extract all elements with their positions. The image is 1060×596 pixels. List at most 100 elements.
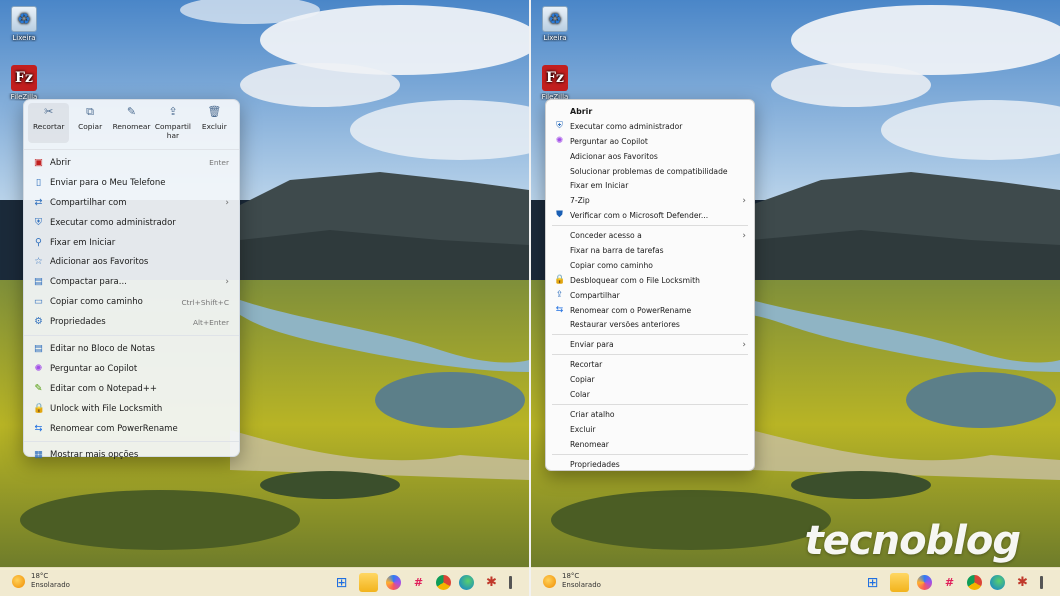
file-explorer-icon[interactable]: [890, 573, 909, 592]
pin-icon: ⚲: [35, 236, 42, 248]
share-with-icon: ⇄: [34, 196, 43, 208]
weather-condition: Ensolarado: [31, 581, 70, 589]
quick-action-recortar[interactable]: ✂ Recortar: [28, 103, 70, 143]
classic-item-compartilhar[interactable]: ⇪ Compartilhar: [546, 288, 754, 303]
classic-item-abrir[interactable]: Abrir: [546, 104, 754, 119]
edge-icon[interactable]: [990, 575, 1005, 590]
classic-item-propriedades[interactable]: Propriedades: [546, 457, 754, 472]
quick-action-renomear[interactable]: ✎ Renomear: [111, 103, 152, 143]
windows-start-icon[interactable]: ⊞: [332, 573, 351, 592]
classic-item-solucionar-problemas-de-compatibilidade[interactable]: Solucionar problemas de compatibilidade: [546, 164, 754, 179]
classic-item-colar[interactable]: Colar: [546, 387, 754, 402]
menu-separator: [24, 149, 239, 150]
defender-icon: ⛊: [556, 210, 563, 221]
edge-icon[interactable]: [459, 575, 474, 590]
classic-item-copiar[interactable]: Copiar: [546, 372, 754, 387]
copilot-icon[interactable]: [386, 575, 401, 590]
recycle-bin-desktop-icon[interactable]: ♻ Lixeira: [0, 6, 48, 42]
menu-item-enviar-para-o-meu-telefone[interactable]: ▯ Enviar para o Meu Telefone: [24, 173, 239, 193]
weather-condition: Ensolarado: [562, 581, 601, 589]
classic-item-executar-como-administrador[interactable]: ⛨ Executar como administrador: [546, 119, 754, 134]
quick-action-compartil-har[interactable]: ⇪ Compartil har: [152, 103, 193, 143]
puzzle-app-icon[interactable]: ✱: [1013, 573, 1032, 592]
classic-item-verificar-com-o-microsoft-defender[interactable]: ⛊ Verificar com o Microsoft Defender...: [546, 208, 754, 223]
classic-item-7-zip[interactable]: 7-Zip ›: [546, 193, 754, 208]
menu-item-propriedades[interactable]: ⚙ Propriedades Alt+Enter: [24, 312, 239, 332]
shortcut-hint: Ctrl+Shift+C: [181, 297, 230, 307]
pinned-app-icon[interactable]: [1040, 576, 1043, 589]
menu-item-label: Desbloquear com o File Locksmith: [570, 275, 700, 285]
quick-action-excluir[interactable]: 🗑 Excluir: [194, 103, 235, 143]
menu-item-unlock-with-file-locksmith[interactable]: 🔒 Unlock with File Locksmith: [24, 399, 239, 419]
shortcut-hint: Alt+Enter: [192, 317, 229, 327]
classic-item-fixar-em-iniciar[interactable]: Fixar em Iniciar: [546, 178, 754, 193]
copilot-icon[interactable]: [917, 575, 932, 590]
classic-context-menu: Abrir ⛨ Executar como administrador ✺ Pergun…: [545, 99, 755, 471]
weather-widget[interactable]: 18°C Ensolarado: [543, 572, 601, 590]
classic-item-fixar-na-barra-de-tarefas[interactable]: Fixar na barra de tarefas: [546, 243, 754, 258]
menu-separator: [552, 354, 748, 356]
classic-item-perguntar-ao-copilot[interactable]: ✺ Perguntar ao Copilot: [546, 134, 754, 149]
menu-item-label: Editar com o Notepad++: [50, 383, 157, 394]
classic-item-copiar-como-caminho[interactable]: Copiar como caminho: [546, 258, 754, 273]
menu-item-label: Executar como administrador: [570, 121, 683, 131]
classic-item-enviar-para[interactable]: Enviar para ›: [546, 337, 754, 352]
file-explorer-icon[interactable]: [359, 573, 378, 592]
menu-item-fixar-em-iniciar[interactable]: ⚲ Fixar em Iniciar: [24, 233, 239, 253]
chrome-icon[interactable]: [436, 575, 451, 590]
star-icon: ☆: [34, 256, 43, 268]
classic-item-adicionar-aos-favoritos[interactable]: Adicionar aos Favoritos: [546, 149, 754, 164]
path-icon: ▭: [34, 296, 43, 308]
temperature: 18°C: [562, 572, 580, 580]
menu-item-adicionar-aos-favoritos[interactable]: ☆ Adicionar aos Favoritos: [24, 252, 239, 272]
classic-item-restaurar-vers-es-anteriores[interactable]: Restaurar versões anteriores: [546, 317, 754, 332]
menu-item-label: Editar no Bloco de Notas: [50, 343, 155, 354]
menu-item-label: Compartilhar com: [50, 197, 127, 208]
menu-item-label: 7-Zip: [570, 196, 590, 206]
classic-item-excluir[interactable]: Excluir: [546, 422, 754, 437]
menu-item-editar-no-bloco-de-notas[interactable]: ▤ Editar no Bloco de Notas: [24, 339, 239, 359]
menu-item-label: Adicionar aos Favoritos: [570, 151, 658, 161]
menu-item-label: Mostrar mais opções: [50, 450, 139, 461]
menu-item-mostrar-mais-op-es[interactable]: ▦ Mostrar mais opções: [24, 445, 239, 465]
menu-item-label: Compactar para...: [50, 277, 127, 288]
quick-action-label: Excluir: [201, 122, 227, 131]
menu-item-compartilhar-com[interactable]: ⇄ Compartilhar com ›: [24, 193, 239, 213]
windows-start-icon[interactable]: ⊞: [863, 573, 882, 592]
filezilla-desktop-icon[interactable]: Fz FileZilla: [531, 65, 579, 101]
quick-action-label: Recortar: [32, 122, 65, 131]
classic-item-conceder-acesso-a[interactable]: Conceder acesso a ›: [546, 228, 754, 243]
menu-item-label: Fixar na barra de tarefas: [570, 245, 664, 255]
menu-item-perguntar-ao-copilot[interactable]: ✺ Perguntar ao Copilot: [24, 359, 239, 379]
menu-item-abrir[interactable]: ▣ Abrir Enter: [24, 153, 239, 173]
classic-item-desbloquear-com-o-file-locksmith[interactable]: 🔒 Desbloquear com o File Locksmith: [546, 273, 754, 288]
classic-item-renomear-com-o-powerrename[interactable]: ⇆ Renomear com o PowerRename: [546, 303, 754, 318]
menu-separator: [24, 441, 239, 443]
puzzle-app-icon[interactable]: ✱: [482, 573, 501, 592]
menu-item-editar-com-o-notepad[interactable]: ✎ Editar com o Notepad++: [24, 379, 239, 399]
recycle-bin-desktop-icon[interactable]: ♻ Lixeira: [531, 6, 579, 42]
classic-item-recortar[interactable]: Recortar: [546, 357, 754, 372]
classic-item-renomear[interactable]: Renomear: [546, 437, 754, 452]
sun-icon: [12, 574, 25, 588]
menu-item-label: Restaurar versões anteriores: [570, 320, 680, 330]
filezilla-icon: Fz: [11, 65, 37, 91]
chrome-icon[interactable]: [967, 575, 982, 590]
menu-item-label: Copiar como caminho: [570, 260, 653, 270]
quick-action-copiar[interactable]: ⧉ Copiar: [69, 103, 110, 143]
menu-separator: [552, 403, 748, 405]
menu-item-copiar-como-caminho[interactable]: ▭ Copiar como caminho Ctrl+Shift+C: [24, 292, 239, 312]
lock-icon: 🔒: [554, 274, 566, 285]
weather-widget[interactable]: 18°C Ensolarado: [12, 572, 70, 590]
menu-item-label: Fixar em Iniciar: [570, 181, 629, 191]
classic-item-criar-atalho[interactable]: Criar atalho: [546, 407, 754, 422]
menu-item-executar-como-administrador[interactable]: ⛨ Executar como administrador: [24, 213, 239, 233]
slack-icon[interactable]: #: [940, 573, 959, 592]
menu-item-compactar-para[interactable]: ▤ Compactar para... ›: [24, 272, 239, 292]
slack-icon[interactable]: #: [409, 573, 428, 592]
chevron-right-icon: ›: [225, 197, 229, 208]
filezilla-desktop-icon[interactable]: Fz FileZilla: [0, 65, 48, 101]
copy-icon: ⧉: [86, 105, 95, 118]
pinned-app-icon[interactable]: [509, 576, 512, 589]
menu-item-renomear-com-powerrename[interactable]: ⇆ Renomear com PowerRename: [24, 419, 239, 439]
